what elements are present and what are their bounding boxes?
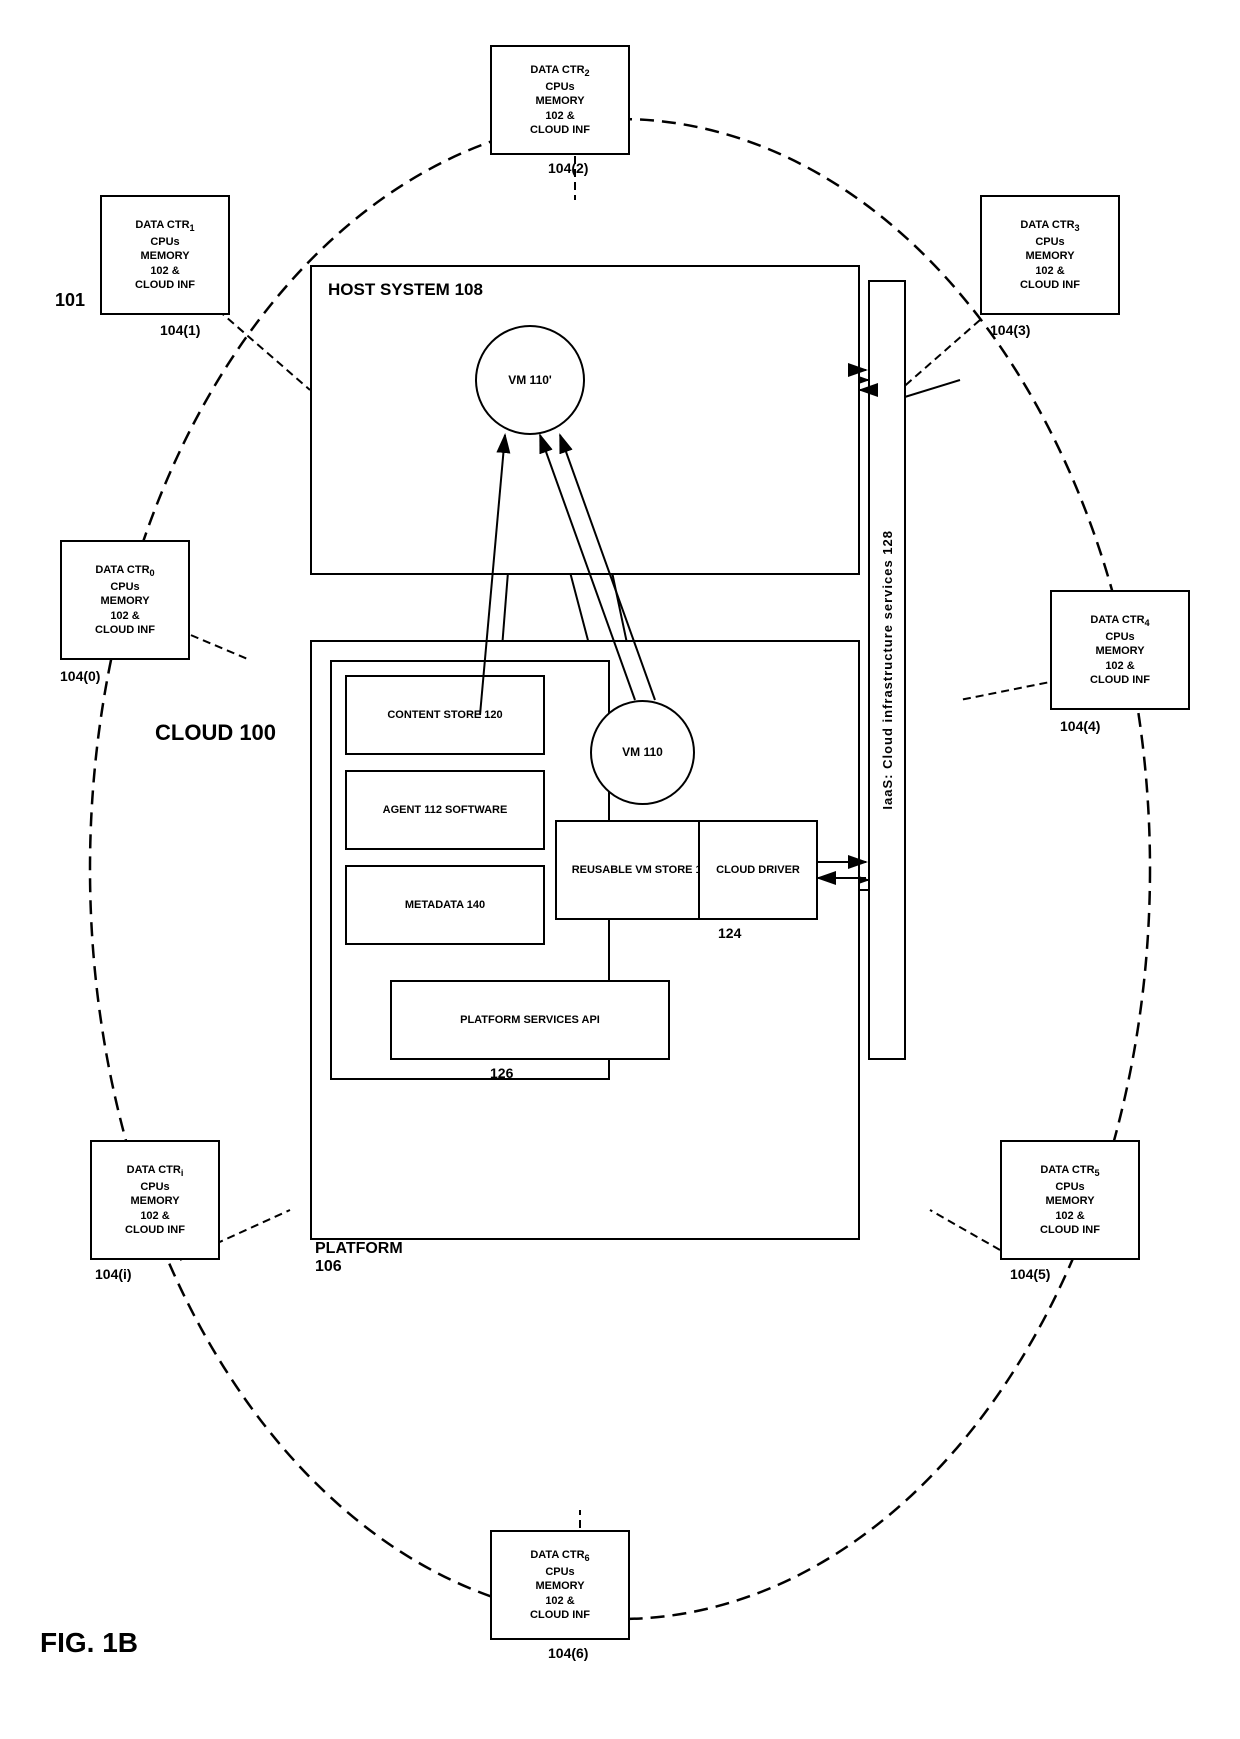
data-ctr-5: DATA CTR5CPUsMEMORY102 &CLOUD INF xyxy=(1000,1140,1140,1260)
ref-104-3: 104(3) xyxy=(990,322,1030,338)
figure-label: FIG. 1B xyxy=(40,1627,138,1659)
data-ctr-1: DATA CTR1CPUsMEMORY102 &CLOUD INF xyxy=(100,195,230,315)
iaas-label: IaaS: Cloud infrastructure services 128 xyxy=(880,530,895,810)
ref-104-6: 104(6) xyxy=(548,1645,588,1661)
ref-104-1: 104(1) xyxy=(160,322,200,338)
diagram-container: FIG. 1B 101 CLOUD 100 DATA CTR0CPUsMEMOR… xyxy=(0,0,1240,1739)
data-ctr-i: DATA CTRiCPUsMEMORY102 &CLOUD INF xyxy=(90,1140,220,1260)
content-store-box: CONTENT STORE 120 xyxy=(345,675,545,755)
cloud-label: CLOUD 100 xyxy=(155,720,276,746)
vm-110-prime-circle: VM 110' xyxy=(475,325,585,435)
metadata-box: METADATA 140 xyxy=(345,865,545,945)
data-ctr-2: DATA CTR2CPUsMEMORY102 &CLOUD INF xyxy=(490,45,630,155)
iaas-bar: IaaS: Cloud infrastructure services 128 xyxy=(868,280,906,1060)
host-system-box: HOST SYSTEM 108 xyxy=(310,265,860,575)
agent-software-box: AGENT 112 SOFTWARE xyxy=(345,770,545,850)
ref-104-0: 104(0) xyxy=(60,668,100,684)
data-ctr-4: DATA CTR4CPUsMEMORY102 &CLOUD INF xyxy=(1050,590,1190,710)
platform-services-box: PLATFORM SERVICES API xyxy=(390,980,670,1060)
ref-126: 126 xyxy=(490,1065,513,1081)
cloud-driver-box: CLOUD DRIVER xyxy=(698,820,818,920)
data-ctr-6: DATA CTR6CPUsMEMORY102 &CLOUD INF xyxy=(490,1530,630,1640)
vm-110-circle: VM 110 xyxy=(590,700,695,805)
ref-104-5: 104(5) xyxy=(1010,1266,1050,1282)
data-ctr-3: DATA CTR3CPUsMEMORY102 &CLOUD INF xyxy=(980,195,1120,315)
ref-124: 124 xyxy=(718,925,741,941)
host-system-label: HOST SYSTEM 108 xyxy=(328,279,483,301)
ref-104-i: 104(i) xyxy=(95,1266,132,1282)
ref-101: 101 xyxy=(55,290,85,311)
data-ctr-0: DATA CTR0CPUsMEMORY102 &CLOUD INF xyxy=(60,540,190,660)
ref-104-2: 104(2) xyxy=(548,160,588,176)
platform-label: PLATFORM106 xyxy=(315,1240,403,1276)
ref-104-4: 104(4) xyxy=(1060,718,1100,734)
